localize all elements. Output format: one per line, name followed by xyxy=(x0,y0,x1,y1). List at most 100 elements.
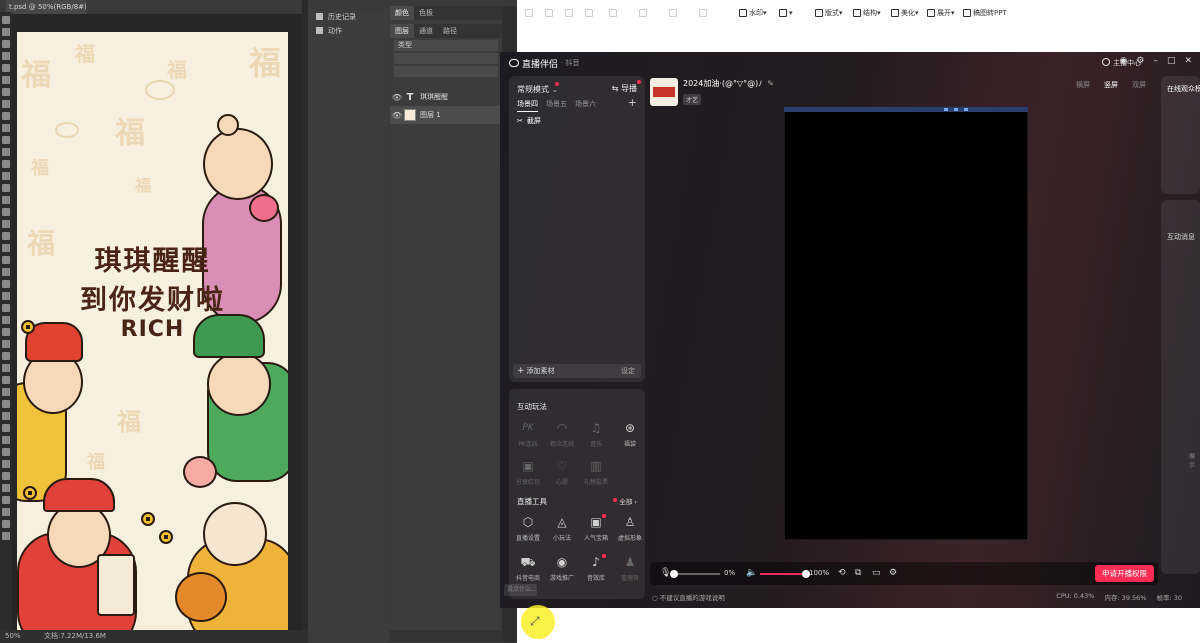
live-preview[interactable] xyxy=(784,108,1028,540)
mic-slider[interactable] xyxy=(670,570,720,578)
visibility-eye-icon[interactable]: 👁 xyxy=(390,93,404,102)
ribbon-item[interactable] xyxy=(609,7,619,19)
tab-scene-6[interactable]: 场景六 xyxy=(575,99,596,112)
ps-tool-icon[interactable] xyxy=(2,472,10,480)
history-tab[interactable]: 历史记录 xyxy=(308,10,388,24)
camera-switch-icon[interactable]: ⟲ xyxy=(838,568,846,578)
tab-scene-4[interactable]: 场景四 xyxy=(517,99,538,112)
ps-tool-icon[interactable] xyxy=(2,40,10,48)
lock-row[interactable] xyxy=(394,66,498,77)
ps-tool-icon[interactable] xyxy=(2,16,10,24)
ps-tool-icon[interactable] xyxy=(2,304,10,312)
tab-swatches[interactable]: 色板 xyxy=(414,6,438,20)
tool-ecommerce[interactable]: ⛟ 抖音电商 xyxy=(513,555,543,582)
ps-tool-icon[interactable] xyxy=(2,292,10,300)
ps-tool-icon[interactable] xyxy=(2,400,10,408)
ps-tool-icon[interactable] xyxy=(2,460,10,468)
tool-avatar[interactable]: ♙ 虚拟形象 xyxy=(615,515,645,542)
ribbon-item[interactable] xyxy=(525,7,535,19)
ps-tool-icon[interactable] xyxy=(2,484,10,492)
layer-filter-kind[interactable]: 类型 xyxy=(394,40,498,51)
tool-game-promo[interactable]: ◉ 游戏推广 xyxy=(547,555,577,582)
import-button[interactable]: ⇆ 导播 xyxy=(612,83,637,94)
ps-tool-icon[interactable] xyxy=(2,496,10,504)
ps-tool-icon[interactable] xyxy=(2,232,10,240)
ribbon-beautify[interactable]: 美化 ▾ xyxy=(891,7,919,19)
ps-tool-icon[interactable] xyxy=(2,172,10,180)
close-icon[interactable]: ✕ xyxy=(1184,56,1192,66)
add-scene-icon[interactable]: + xyxy=(628,96,637,109)
ps-tool-icon[interactable] xyxy=(2,328,10,336)
layer-row-image[interactable]: 👁 图层 1 xyxy=(390,106,502,124)
tool-wish[interactable]: ♡ 心愿 xyxy=(547,459,577,486)
ps-tool-icon[interactable] xyxy=(2,436,10,444)
ps-tool-icon[interactable] xyxy=(2,424,10,432)
settings-gear-icon[interactable]: ⚙ xyxy=(889,568,897,578)
ribbon-layout[interactable]: ▾ xyxy=(779,7,793,19)
stream-cover[interactable] xyxy=(650,78,678,106)
mic-slider-knob[interactable] xyxy=(670,570,678,578)
bell-icon[interactable]: ◉ xyxy=(1120,56,1128,66)
ribbon-expand[interactable]: 展开 ▾ xyxy=(927,7,955,19)
ps-tool-icon[interactable] xyxy=(2,88,10,96)
start-live-button[interactable]: 申请开播权限 xyxy=(1095,565,1154,582)
ps-tool-icon[interactable] xyxy=(2,148,10,156)
blend-mode-row[interactable] xyxy=(394,53,498,64)
document-tab[interactable]: t.psd @ 50%(RGB/8#) * xyxy=(6,0,86,14)
tool-audience-link[interactable]: ◠ 观众连线 xyxy=(547,421,577,448)
all-tools-link[interactable]: 全部 › xyxy=(619,496,637,506)
tool-treasure-box[interactable]: ▣ 人气宝箱 xyxy=(581,514,611,542)
ps-tool-icon[interactable] xyxy=(2,100,10,108)
stream-category-tag[interactable]: 才艺 xyxy=(683,94,702,105)
maximize-icon[interactable]: □ xyxy=(1167,56,1176,66)
tool-admin[interactable]: ♟ 管理员 xyxy=(615,555,645,582)
source-settings-link[interactable]: 设定 xyxy=(621,364,635,378)
view-dual[interactable]: 双屏 xyxy=(1125,79,1153,91)
poster-artwork[interactable]: 福 福 福 福 福 福 福 福 福 福 琪琪醒醒 到你发财啦 RICH xyxy=(17,32,288,630)
ribbon-item[interactable] xyxy=(639,7,649,19)
ps-tool-icon[interactable] xyxy=(2,280,10,288)
ps-tool-icon[interactable] xyxy=(2,364,10,372)
ps-tool-icon[interactable] xyxy=(2,316,10,324)
ps-tool-icon[interactable] xyxy=(2,352,10,360)
ps-tool-icon[interactable] xyxy=(2,76,10,84)
ribbon-watermark[interactable]: 水印 ▾ xyxy=(739,7,767,19)
tab-layers[interactable]: 图层 xyxy=(390,24,414,38)
tool-live-settings[interactable]: ⬡ 直播设置 xyxy=(513,515,543,542)
ps-tool-icon[interactable] xyxy=(2,256,10,264)
ribbon-item[interactable] xyxy=(585,7,595,19)
ps-tool-icon[interactable] xyxy=(2,112,10,120)
view-portrait[interactable]: 竖屏 xyxy=(1097,79,1125,91)
ribbon-style[interactable]: 版式 ▾ xyxy=(815,7,843,19)
ribbon-to-ppt[interactable]: 稿图转PPT xyxy=(963,7,1007,19)
ps-tool-icon[interactable] xyxy=(2,160,10,168)
tool-sound-library[interactable]: ♪ 音效库 xyxy=(581,554,611,582)
ps-tool-icon[interactable] xyxy=(2,388,10,396)
ps-tool-icon[interactable] xyxy=(2,28,10,36)
tool-gift-vote[interactable]: ▥ 礼物投票 xyxy=(581,459,611,486)
ps-tool-icon[interactable] xyxy=(2,376,10,384)
ribbon-item[interactable] xyxy=(699,7,709,19)
ps-tool-icon[interactable] xyxy=(2,244,10,252)
ribbon-structure[interactable]: 结构 ▾ xyxy=(853,7,881,19)
actions-tab[interactable]: 动作 xyxy=(308,24,388,38)
ps-tool-icon[interactable] xyxy=(2,136,10,144)
add-source-button[interactable]: + 添加素材 设定 xyxy=(513,364,641,378)
ps-tool-icon[interactable] xyxy=(2,268,10,276)
mode-dropdown[interactable]: 常规模式 xyxy=(517,84,558,95)
ps-tool-icon[interactable] xyxy=(2,448,10,456)
tab-color[interactable]: 颜色 xyxy=(390,6,414,20)
edit-icon[interactable]: ✎ xyxy=(767,79,774,88)
video-icon[interactable]: ▭ xyxy=(872,568,881,578)
tool-pk[interactable]: PK PK连线 xyxy=(513,421,543,448)
visibility-eye-icon[interactable]: 👁 xyxy=(390,111,404,120)
tab-scene-5[interactable]: 场景五 xyxy=(546,99,567,112)
game-warning-link[interactable]: 不建议直播的游戏说明 xyxy=(652,592,725,602)
tab-paths[interactable]: 路径 xyxy=(438,24,462,38)
tool-lucky-bag[interactable]: ⊛ 福袋 xyxy=(615,421,645,448)
tool-share-redpacket[interactable]: ▣ 分享红包 xyxy=(513,459,543,486)
ribbon-item[interactable] xyxy=(669,7,679,19)
ps-tool-icon[interactable] xyxy=(2,184,10,192)
volume-slider[interactable] xyxy=(760,570,810,578)
ps-tool-icon[interactable] xyxy=(2,64,10,72)
